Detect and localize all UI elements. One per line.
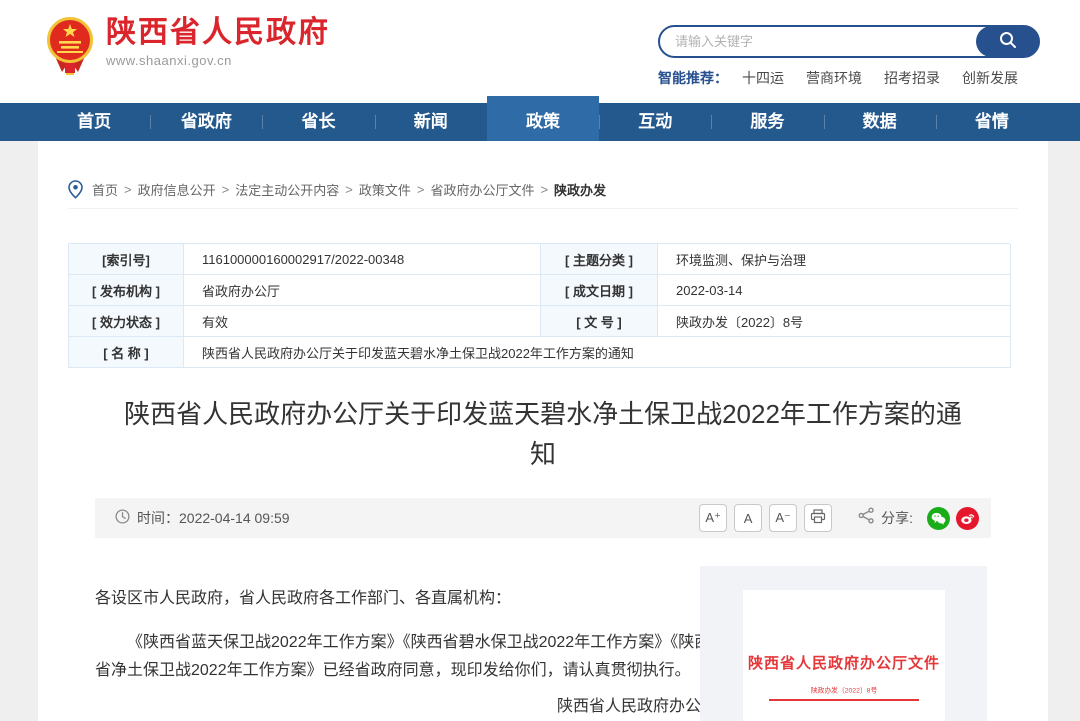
hot-link-zhaokao[interactable]: 招考招录 xyxy=(884,68,940,88)
main-nav: 首页 省政府 省长 新闻 政策 互动 服务 数据 省情 xyxy=(0,103,1080,141)
nav-item-governor[interactable]: 省长 xyxy=(262,103,374,141)
meta-index-label: [索引号] xyxy=(69,244,184,275)
article-signature: 陕西省人民政府办公厅 xyxy=(95,693,717,721)
article-paragraph: 《陕西省蓝天保卫战2022年工作方案》《陕西省碧水保卫战2022年工作方案》《陕… xyxy=(95,629,717,685)
nav-item-news[interactable]: 新闻 xyxy=(375,103,487,141)
weibo-share-icon[interactable] xyxy=(956,507,979,530)
crumb-current: 陕政办发 xyxy=(554,180,606,199)
nav-item-home[interactable]: 首页 xyxy=(38,103,150,141)
clock-icon xyxy=(115,509,137,527)
search-icon xyxy=(998,30,1018,53)
document-meta-table: [索引号] 116100000160002917/2022-00348 [ 主题… xyxy=(68,243,1010,368)
breadcrumb: 首页 > 政府信息公开 > 法定主动公开内容 > 政策文件 > 省政府办公厅文件… xyxy=(68,171,1018,209)
font-increase-button[interactable]: A⁺ xyxy=(699,504,727,532)
meta-topic-label: [ 主题分类 ] xyxy=(541,244,658,275)
meta-agency-value: 省政府办公厅 xyxy=(184,275,541,306)
crumb-separator: > xyxy=(222,182,230,197)
hot-link-yingshang[interactable]: 营商环境 xyxy=(806,68,862,88)
location-pin-icon xyxy=(68,180,83,199)
page-title: 陕西省人民政府办公厅关于印发蓝天碧水净土保卫战2022年工作方案的通知 xyxy=(38,394,1048,474)
crumb-separator: > xyxy=(124,182,132,197)
printer-icon xyxy=(810,509,826,527)
meta-agency-label: [ 发布机构 ] xyxy=(69,275,184,306)
site-logo[interactable]: 陕西省人民政府 www.shaanxi.gov.cn xyxy=(46,16,330,83)
meta-status-value: 有效 xyxy=(184,306,541,337)
meta-docno-value: 陕政办发〔2022〕8号 xyxy=(658,306,1011,337)
crumb-separator: > xyxy=(417,182,425,197)
meta-topic-value: 环境监测、保护与治理 xyxy=(658,244,1011,275)
crumb-policy-docs[interactable]: 政策文件 xyxy=(359,180,411,199)
preview-red-rule xyxy=(769,699,919,701)
hot-recommend-row: 智能推荐： 十四运 营商环境 招考招录 创新发展 xyxy=(658,68,1048,88)
preview-doc-header: 陕西省人民政府办公厅文件 xyxy=(743,652,945,673)
meta-name-label: [ 名 称 ] xyxy=(69,337,184,368)
article-toolbar: 时间： 2022-04-14 09:59 A⁺ A A⁻ xyxy=(95,498,991,538)
share-icon xyxy=(858,507,875,529)
article-paragraph: 各设区市人民政府，省人民政府各工作部门、各直属机构： xyxy=(95,585,717,613)
font-normal-button[interactable]: A xyxy=(734,504,762,532)
document-preview-page: 陕西省人民政府办公厅文件 陕政办发〔2022〕8号 xyxy=(743,590,945,721)
national-emblem-icon xyxy=(46,16,94,83)
hot-link-shisiyun[interactable]: 十四运 xyxy=(742,68,784,88)
site-url: www.shaanxi.gov.cn xyxy=(106,53,330,68)
nav-item-data[interactable]: 数据 xyxy=(824,103,936,141)
crumb-separator: > xyxy=(540,182,548,197)
wechat-share-icon[interactable] xyxy=(927,507,950,530)
hot-recommend-label: 智能推荐： xyxy=(658,68,728,88)
publish-time-label: 时间： xyxy=(137,508,179,528)
hot-link-chuangxin[interactable]: 创新发展 xyxy=(962,68,1018,88)
search-box xyxy=(658,25,1040,58)
nav-item-services[interactable]: 服务 xyxy=(711,103,823,141)
nav-item-province-info[interactable]: 省情 xyxy=(936,103,1048,141)
preview-doc-number: 陕政办发〔2022〕8号 xyxy=(758,686,930,695)
crumb-home[interactable]: 首页 xyxy=(92,180,118,199)
share-label: 分享: xyxy=(881,508,913,528)
crumb-separator: > xyxy=(345,182,353,197)
content-panel: 首页 > 政府信息公开 > 法定主动公开内容 > 政策文件 > 省政府办公厅文件… xyxy=(38,141,1048,721)
nav-item-interaction[interactable]: 互动 xyxy=(599,103,711,141)
meta-docno-label: [ 文 号 ] xyxy=(541,306,658,337)
meta-date-label: [ 成文日期 ] xyxy=(541,275,658,306)
crumb-office-docs[interactable]: 省政府办公厅文件 xyxy=(430,180,534,199)
meta-name-value: 陕西省人民政府办公厅关于印发蓝天碧水净土保卫战2022年工作方案的通知 xyxy=(184,337,1011,368)
meta-index-value: 116100000160002917/2022-00348 xyxy=(184,244,541,275)
publish-time-value: 2022-04-14 09:59 xyxy=(179,510,290,526)
meta-date-value: 2022-03-14 xyxy=(658,275,1011,306)
site-header: 陕西省人民政府 www.shaanxi.gov.cn 智能推荐： 十四运 营商环… xyxy=(0,0,1080,103)
search-input[interactable] xyxy=(660,27,970,56)
article-body: 各设区市人民政府，省人民政府各工作部门、各直属机构： 《陕西省蓝天保卫战2022… xyxy=(95,585,717,721)
crumb-legal-disclosure[interactable]: 法定主动公开内容 xyxy=(235,180,339,199)
crumb-gov-info[interactable]: 政府信息公开 xyxy=(138,180,216,199)
print-button[interactable] xyxy=(804,504,832,532)
document-preview-panel: 陕西省人民政府办公厅文件 陕政办发〔2022〕8号 xyxy=(700,566,987,721)
nav-item-provincial-gov[interactable]: 省政府 xyxy=(150,103,262,141)
site-name: 陕西省人民政府 xyxy=(106,16,330,50)
search-button[interactable] xyxy=(976,26,1039,57)
font-decrease-button[interactable]: A⁻ xyxy=(769,504,797,532)
nav-item-policy-active[interactable]: 政策 xyxy=(487,96,599,141)
meta-status-label: [ 效力状态 ] xyxy=(69,306,184,337)
